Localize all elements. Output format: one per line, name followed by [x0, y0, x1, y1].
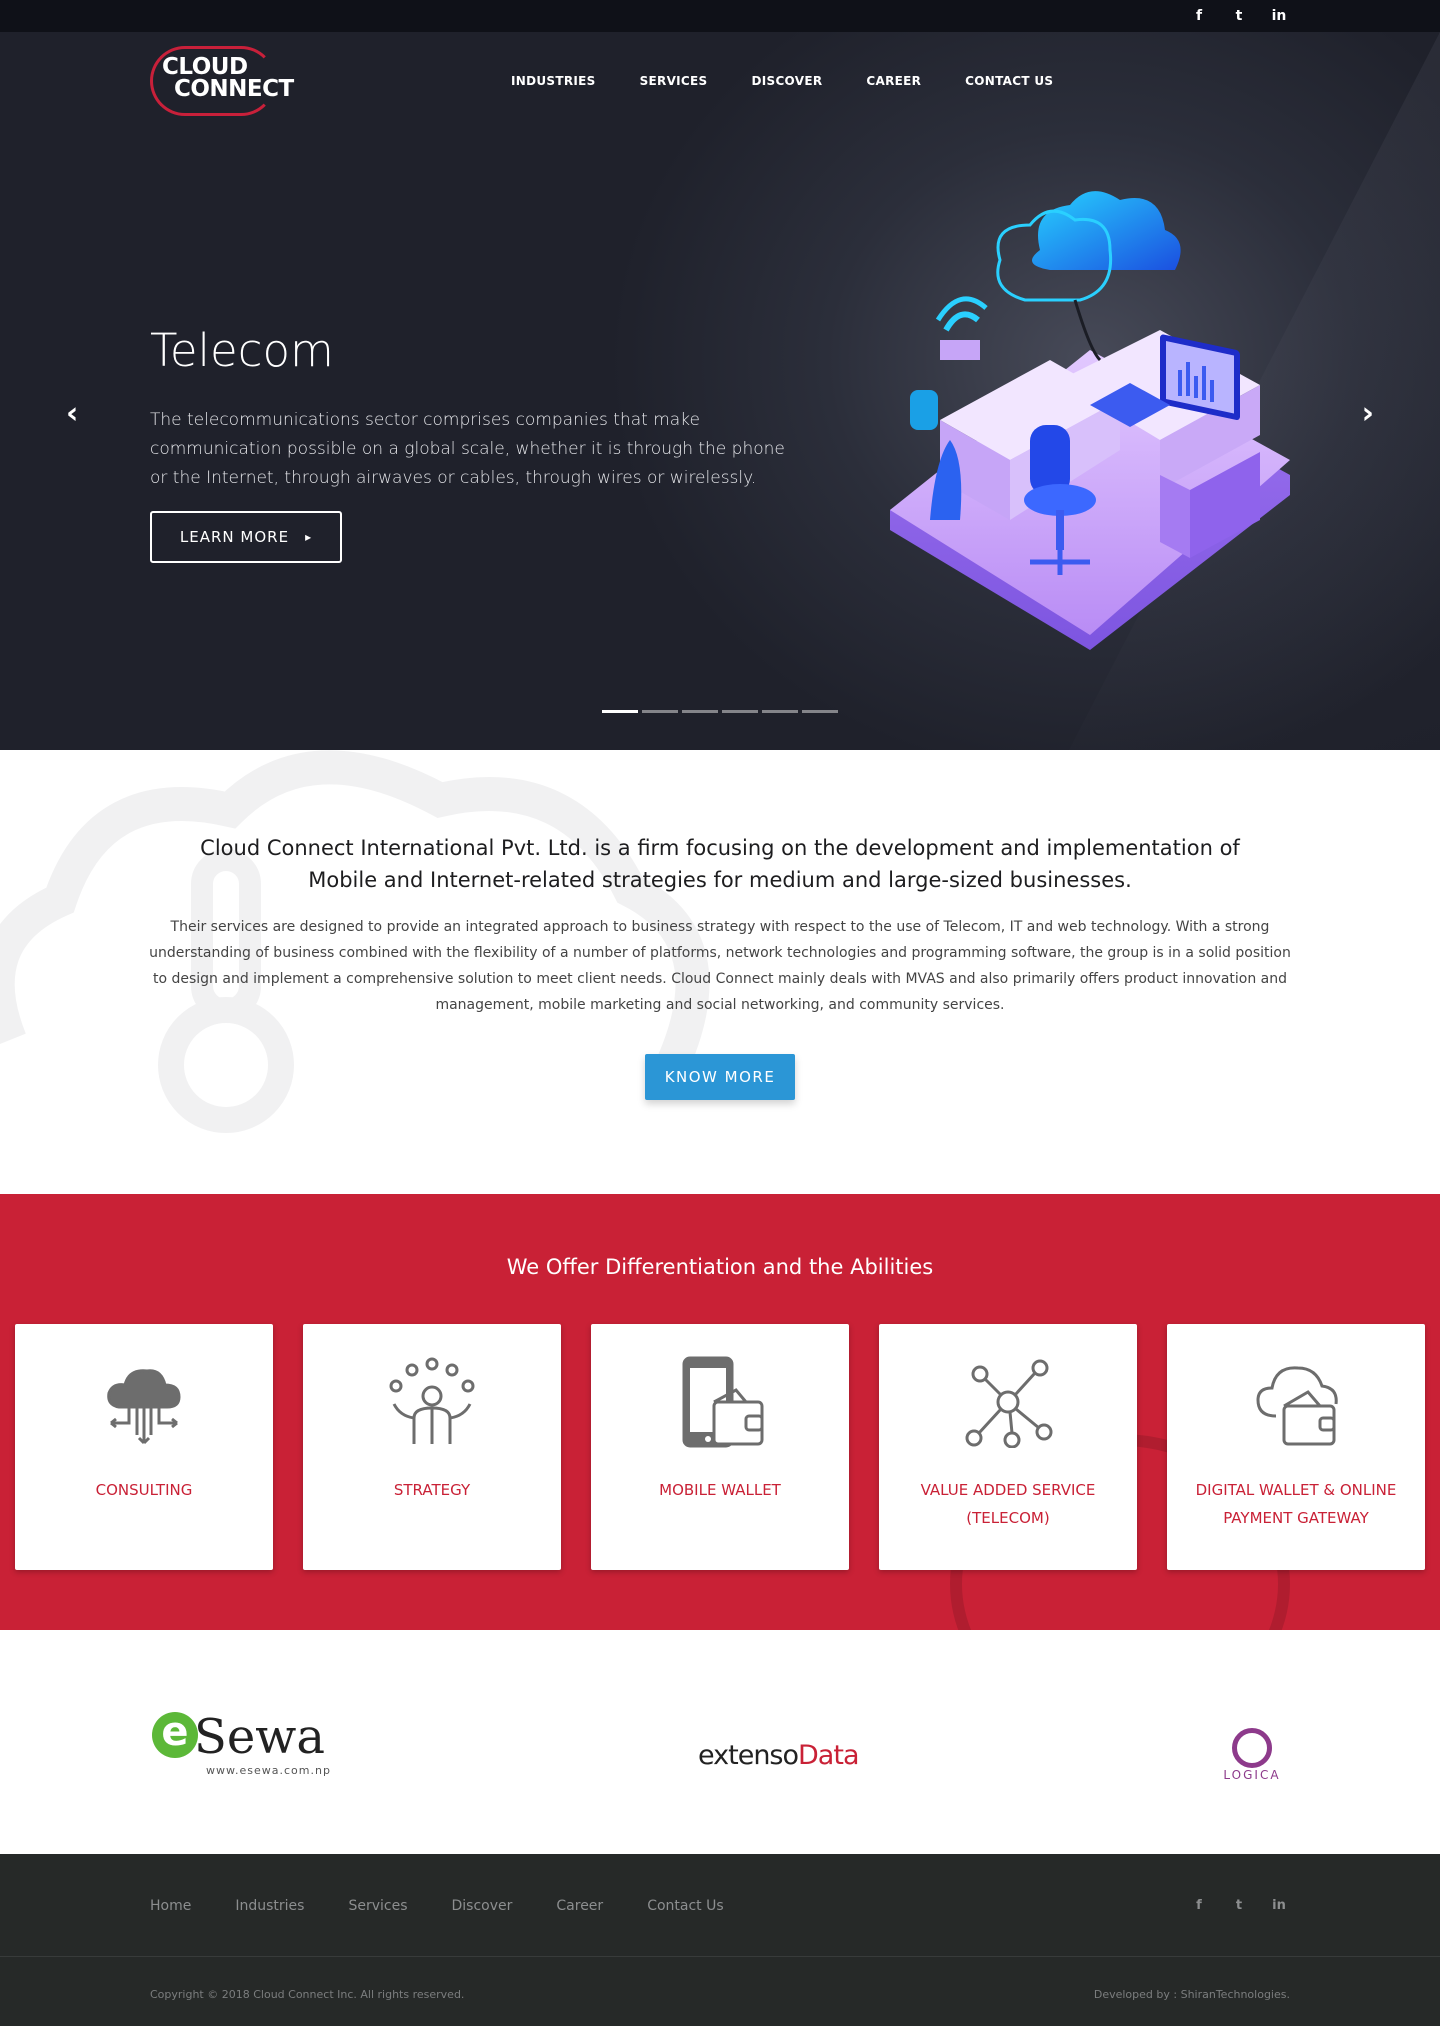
learn-more-label: LEARN MORE	[179, 528, 290, 546]
footer-link-career[interactable]: Career	[556, 1898, 603, 1914]
nav-career[interactable]: CAREER	[866, 74, 921, 88]
slider-dot-4[interactable]	[722, 710, 758, 713]
slider-dot-6[interactable]	[802, 710, 838, 713]
nav-industries[interactable]: INDUSTRIES	[511, 74, 596, 88]
hero-slider: CLOUD CONNECT INDUSTRIES SERVICES DISCOV…	[0, 0, 1440, 750]
logo-wordmark: CLOUD CONNECT	[162, 56, 294, 102]
offering-card-digital-wallet[interactable]: DIGITAL WALLET & ONLINE PAYMENT GATEWAY	[1167, 1324, 1425, 1570]
nav-discover[interactable]: DISCOVER	[751, 74, 822, 88]
offering-label: CONSULTING	[95, 1481, 193, 1499]
learn-more-button[interactable]: LEARN MORE ▸	[150, 511, 342, 563]
esewa-wordmark: Sewa	[194, 1709, 325, 1765]
cloud-network-icon	[107, 1369, 181, 1445]
offerings-title: We Offer Differentiation and the Abiliti…	[506, 1255, 934, 1279]
offering-card-consulting[interactable]: CONSULTING	[15, 1324, 273, 1570]
office-illustration	[890, 191, 1290, 650]
footer-social-links: f t in	[1190, 1898, 1288, 1913]
logica-wordmark: LOGICA	[1223, 1768, 1281, 1782]
footer-link-industries[interactable]: Industries	[235, 1898, 304, 1914]
network-nodes-icon	[965, 1359, 1053, 1448]
offering-card-mobile-wallet[interactable]: MOBILE WALLET	[591, 1324, 849, 1570]
offering-card-vas[interactable]: VALUE ADDED SERVICE (TELECOM)	[879, 1324, 1137, 1570]
offering-label: DIGITAL WALLET & ONLINE PAYMENT GATEWAY	[1195, 1481, 1397, 1527]
footer-divider	[0, 1956, 1440, 1957]
esewa-mark: e	[152, 1712, 198, 1758]
site-logo[interactable]: CLOUD CONNECT	[150, 46, 306, 118]
offering-label: STRATEGY	[393, 1481, 471, 1499]
partner-logo-extenso[interactable]: extensoData	[698, 1740, 859, 1771]
hero-description: The telecommunications sector comprises …	[150, 410, 785, 488]
slider-dot-2[interactable]	[642, 710, 678, 713]
offering-cards: CONSULTING STRATEGY MOBILE WALLET VALUE …	[15, 1324, 1425, 1570]
caret-right-icon: ▸	[305, 530, 313, 544]
linkedin-icon[interactable]: in	[1270, 1898, 1288, 1913]
partner-logo-esewa[interactable]: e Sewa www.esewa.com.np	[152, 1709, 330, 1777]
hero-title: Telecom	[150, 324, 334, 377]
nav-services[interactable]: SERVICES	[640, 74, 708, 88]
footer-nav: Home Industries Services Discover Career…	[150, 1898, 724, 1914]
offerings-section: We Offer Differentiation and the Abiliti…	[0, 1194, 1440, 1630]
slider-indicators	[602, 710, 838, 713]
copyright-text: Copyright © 2018 Cloud Connect Inc. All …	[150, 1988, 465, 2001]
facebook-icon[interactable]: f	[1190, 8, 1208, 24]
slider-next-arrow[interactable]: ›	[1362, 396, 1374, 431]
slider-prev-arrow[interactable]: ‹	[66, 396, 78, 431]
phone-wallet-icon	[682, 1356, 764, 1448]
linkedin-icon[interactable]: in	[1270, 8, 1288, 24]
nav-contact-us[interactable]: CONTACT US	[965, 74, 1053, 88]
about-heading: Cloud Connect International Pvt. Ltd. is…	[200, 836, 1240, 892]
offering-label: VALUE ADDED SERVICE (TELECOM)	[920, 1481, 1096, 1527]
offering-card-strategy[interactable]: STRATEGY	[303, 1324, 561, 1570]
footer-link-services[interactable]: Services	[348, 1898, 407, 1914]
offering-label: MOBILE WALLET	[659, 1481, 781, 1499]
footer-link-home[interactable]: Home	[150, 1898, 191, 1914]
slider-dot-5[interactable]	[762, 710, 798, 713]
slider-dot-3[interactable]	[682, 710, 718, 713]
about-section: Cloud Connect International Pvt. Ltd. is…	[0, 750, 1440, 1168]
top-social-bar: f t in	[0, 0, 1440, 32]
main-nav: INDUSTRIES SERVICES DISCOVER CAREER CONT…	[511, 74, 1053, 88]
top-social-links: f t in	[1190, 0, 1288, 32]
footer-link-discover[interactable]: Discover	[452, 1898, 513, 1914]
developer-credit: Developed by : ShiranTechnologies.	[1093, 1988, 1290, 2001]
slider-dot-1[interactable]	[602, 710, 638, 713]
twitter-icon[interactable]: t	[1230, 1898, 1248, 1913]
partner-logo-logica[interactable]: LOGICA	[1218, 1728, 1286, 1782]
logo-line-2: CONNECT	[174, 76, 294, 102]
about-text: Their services are designed to provide a…	[149, 919, 1291, 1013]
cloud-wallet-icon	[1256, 1366, 1338, 1446]
twitter-icon[interactable]: t	[1230, 8, 1248, 24]
partners-section: e Sewa www.esewa.com.np extensoData LOGI…	[0, 1630, 1440, 1854]
facebook-icon[interactable]: f	[1190, 1898, 1208, 1913]
site-footer: Home Industries Services Discover Career…	[0, 1854, 1440, 2026]
know-more-button[interactable]: KNOW MORE	[644, 1054, 796, 1100]
footer-link-contact-us[interactable]: Contact Us	[647, 1898, 723, 1914]
logica-mark	[1232, 1728, 1272, 1768]
extenso-wordmark: extenso	[698, 1740, 799, 1771]
extenso-data: Data	[798, 1740, 859, 1771]
esewa-url: www.esewa.com.np	[206, 1764, 331, 1777]
juggler-icon	[389, 1357, 475, 1444]
